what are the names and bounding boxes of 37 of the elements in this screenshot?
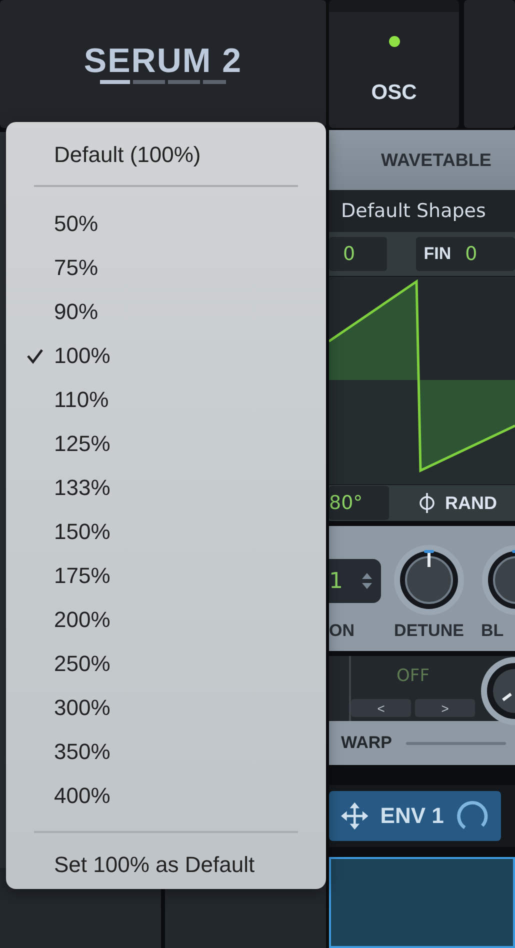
menu-item[interactable]: 400% [6,774,326,818]
previous-button[interactable]: < [351,699,411,717]
menu-item[interactable]: 300% [6,686,326,730]
osc-tab[interactable]: OSC [329,0,459,128]
knob-label: DETUNE [394,621,464,641]
menu-item[interactable]: Default (100%) [6,138,326,172]
wavetable-name-bar[interactable]: Default Shapes [329,190,515,232]
menu-item[interactable]: Set 100% as Default [6,848,326,882]
knob-label: ON [329,621,354,641]
menu-item[interactable]: 75% [6,246,326,290]
section-title: WAVETABLE [381,150,492,170]
menu-item[interactable]: 110% [6,378,326,422]
menu-item[interactable]: 150% [6,510,326,554]
menu-item[interactable]: 175% [6,554,326,598]
menu-item[interactable]: 125% [6,422,326,466]
warp-mode-value: OFF [396,666,430,686]
value-field[interactable]: 0 [329,237,387,271]
warp-label: WARP [341,733,392,753]
rand-button[interactable]: RAND [419,492,497,514]
menu-item[interactable]: 50% [6,202,326,246]
menu-item[interactable]: 133% [6,466,326,510]
wavetable-name: Default Shapes [341,200,486,222]
env-tab[interactable]: ENV 1 [329,791,501,841]
menu-item[interactable]: 200% [6,598,326,642]
next-button[interactable]: > [415,699,475,717]
phase-field[interactable]: 80° [329,486,389,520]
value-field[interactable]: FIN 0 [416,237,515,271]
menu-item[interactable]: 100% [6,334,326,378]
logo-underline-icon [100,80,226,84]
phi-icon [419,492,435,514]
move-icon [341,802,368,830]
menu-item[interactable]: 350% [6,730,326,774]
logo: SERUM 2 [84,44,242,78]
knob-label: BL [480,621,504,641]
menu-item[interactable]: 250% [6,642,326,686]
menu-item[interactable]: 90% [6,290,326,334]
unison-stepper[interactable]: 1 [329,559,381,603]
